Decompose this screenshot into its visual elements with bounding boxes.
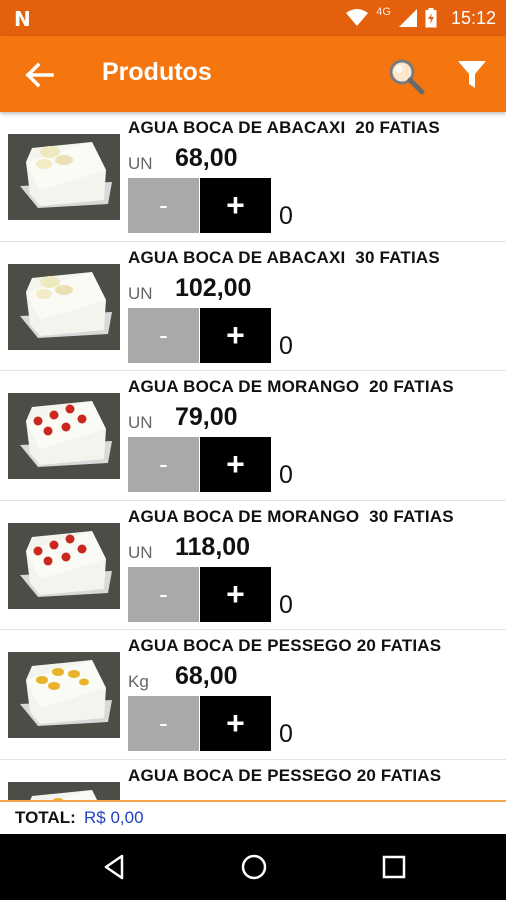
signal-icon (398, 9, 417, 27)
product-item[interactable]: AGUA BOCA DE ABACAXI 30 FATIAS UN 102,00 - +… (0, 242, 506, 371)
product-item[interactable]: AGUA BOCA DE PESSEGO 20 FATIAS (0, 760, 506, 800)
product-price: 79,00 (175, 403, 238, 431)
product-unit: UN (128, 542, 153, 562)
product-image (8, 781, 120, 800)
product-quantity: 0 (279, 720, 293, 748)
product-item[interactable]: AGUA BOCA DE ABACAXI 20 FATIAS UN 68,00 - +0 (0, 112, 506, 242)
product-price: 102,00 (175, 273, 252, 302)
product-quantity: 0 (279, 331, 293, 360)
product-image (8, 263, 120, 350)
network-type: 4G (376, 6, 391, 18)
increase-quantity-button[interactable]: + (200, 307, 271, 363)
battery-icon (425, 8, 437, 28)
decrease-quantity-button[interactable]: - (128, 437, 199, 492)
product-unit: Kg (128, 672, 149, 691)
product-item[interactable]: AGUA BOCA DE MORANGO 20 FATIAS UN 79,00 - +0 (0, 371, 506, 501)
product-unit: UN (128, 283, 153, 303)
increase-quantity-button[interactable]: + (200, 437, 271, 492)
product-quantity: 0 (279, 461, 293, 489)
clock: 15:12 (450, 7, 496, 28)
arrow-left-icon[interactable] (22, 58, 56, 92)
product-name: AGUA BOCA DE PESSEGO 20 FATIAS (128, 636, 442, 655)
decrease-quantity-button[interactable]: - (128, 178, 199, 233)
status-icons: 4G 15:12 (346, 0, 496, 36)
notification-n-icon: N (14, 7, 31, 31)
page-title: Produtos (102, 58, 212, 86)
product-name: AGUA BOCA DE ABACAXI 30 FATIAS (128, 247, 440, 267)
product-name: AGUA BOCA DE MORANGO 30 FATIAS (128, 506, 454, 526)
product-unit: UN (128, 154, 153, 173)
total-label: TOTAL: (15, 808, 76, 827)
circle-home-icon[interactable] (239, 852, 269, 882)
product-item[interactable]: AGUA BOCA DE MORANGO 30 FATIAS UN 118,00 - +… (0, 501, 506, 630)
product-name: AGUA BOCA DE MORANGO 20 FATIAS (128, 377, 454, 396)
product-price: 68,00 (175, 662, 238, 690)
increase-quantity-button[interactable]: + (200, 178, 271, 233)
product-image (8, 652, 120, 738)
total-bar: TOTAL: R$ 0,00 (0, 800, 506, 834)
status-bar: N 4G 15:12 (0, 0, 506, 36)
system-nav-bar (0, 834, 506, 900)
decrease-quantity-button[interactable]: - (128, 566, 199, 622)
product-price: 68,00 (175, 144, 238, 172)
product-name: AGUA BOCA DE ABACAXI 20 FATIAS (128, 118, 440, 137)
triangle-back-icon[interactable] (100, 852, 130, 882)
product-item[interactable]: AGUA BOCA DE PESSEGO 20 FATIAS Kg 68,00 - +0 (0, 630, 506, 760)
search-icon[interactable] (386, 56, 426, 96)
increase-quantity-button[interactable]: + (200, 566, 271, 622)
filter-icon[interactable] (456, 58, 488, 92)
product-name: AGUA BOCA DE PESSEGO 20 FATIAS (128, 765, 442, 785)
square-recents-icon[interactable] (379, 852, 409, 882)
product-price: 118,00 (175, 532, 251, 561)
product-quantity: 0 (279, 590, 293, 619)
product-image (8, 393, 120, 479)
product-image (8, 522, 120, 609)
product-quantity: 0 (279, 202, 293, 230)
wifi-icon (346, 9, 369, 26)
decrease-quantity-button[interactable]: - (128, 307, 199, 363)
increase-quantity-button[interactable]: + (200, 696, 271, 751)
decrease-quantity-button[interactable]: - (128, 696, 199, 751)
product-list[interactable]: AGUA BOCA DE ABACAXI 20 FATIAS UN 68,00- +0… (0, 112, 506, 800)
product-unit: UN (128, 413, 153, 432)
product-image (8, 134, 120, 220)
total-value: R$ 0,00 (84, 808, 144, 827)
app-bar: Produtos (0, 36, 506, 112)
